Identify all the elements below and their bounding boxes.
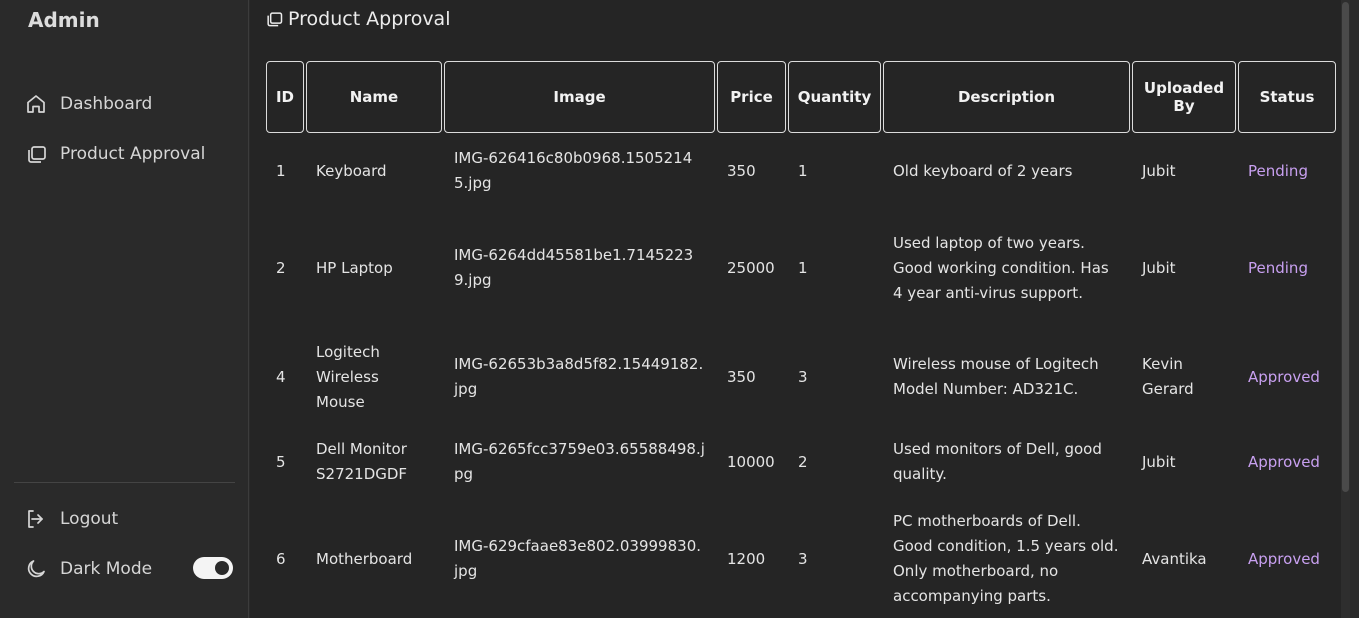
column-header-description[interactable]: Description bbox=[883, 61, 1130, 133]
cell-name: Logitech Wireless Mouse bbox=[316, 342, 380, 411]
cell-quantity: 1 bbox=[798, 258, 808, 277]
home-icon bbox=[27, 95, 45, 113]
cell-uploaded-by: Jubit bbox=[1142, 258, 1176, 277]
column-header-status[interactable]: Status bbox=[1238, 61, 1336, 133]
status-badge[interactable]: Approved bbox=[1238, 497, 1336, 618]
moon-icon bbox=[27, 560, 45, 578]
column-header-name[interactable]: Name bbox=[306, 61, 442, 133]
table-row: 1 Keyboard IMG-626416c80b0968.15052145.j… bbox=[266, 133, 1336, 209]
dark-mode-label: Dark Mode bbox=[60, 559, 153, 579]
cell-uploaded-by: Jubit bbox=[1142, 161, 1176, 180]
scrollbar-thumb[interactable] bbox=[1342, 2, 1349, 492]
cell-id: 5 bbox=[276, 452, 286, 471]
product-table: ID Name Image Price Quantity Description… bbox=[264, 61, 1338, 618]
cell-description: PC motherboards of Dell. Good condition,… bbox=[893, 512, 1119, 605]
logout-icon bbox=[28, 510, 43, 528]
cell-image: IMG-6265fcc3759e03.65588498.jpg bbox=[454, 440, 705, 483]
toggle-knob bbox=[215, 561, 229, 575]
cell-id: 2 bbox=[276, 258, 286, 277]
cell-price: 25000 bbox=[727, 258, 775, 277]
cell-price: 350 bbox=[727, 161, 756, 180]
table-header-row: ID Name Image Price Quantity Description… bbox=[266, 61, 1336, 133]
cell-id: 6 bbox=[276, 549, 286, 568]
cell-image: IMG-6264dd45581be1.71452239.jpg bbox=[454, 246, 694, 289]
status-badge[interactable]: Approved bbox=[1238, 327, 1336, 427]
logout-button[interactable]: Logout bbox=[24, 504, 118, 534]
cell-quantity: 3 bbox=[798, 367, 808, 386]
cell-quantity: 3 bbox=[798, 549, 808, 568]
copy-icon bbox=[28, 146, 46, 163]
cell-name: Keyboard bbox=[316, 161, 387, 180]
table-row: 6 Motherboard IMG-629cfaae83e802.0399983… bbox=[266, 497, 1336, 618]
sidebar-item-label: Dashboard bbox=[60, 94, 153, 114]
cell-price: 1200 bbox=[727, 549, 766, 568]
cell-uploaded-by: Jubit bbox=[1142, 452, 1176, 471]
sidebar-divider bbox=[14, 482, 235, 483]
cell-uploaded-by: Avantika bbox=[1142, 549, 1207, 568]
dark-mode-item: Dark Mode bbox=[24, 554, 152, 584]
cell-name: HP Laptop bbox=[316, 258, 393, 277]
cell-quantity: 1 bbox=[798, 161, 808, 180]
cell-id: 1 bbox=[276, 161, 286, 180]
sidebar: Admin Dashboard Product Approval Logout … bbox=[0, 0, 249, 618]
table-row: 2 HP Laptop IMG-6264dd45581be1.71452239.… bbox=[266, 209, 1336, 327]
cell-price: 350 bbox=[727, 367, 756, 386]
table-row: 4 Logitech Wireless Mouse IMG-62653b3a8d… bbox=[266, 327, 1336, 427]
sidebar-item-product-approval[interactable]: Product Approval bbox=[24, 139, 205, 169]
cell-description: Old keyboard of 2 years bbox=[893, 161, 1073, 180]
cell-name: Dell Monitor S2721DGDF bbox=[316, 440, 408, 483]
status-badge[interactable]: Pending bbox=[1238, 209, 1336, 327]
cell-description: Wireless mouse of Logitech Model Number:… bbox=[893, 355, 1099, 398]
cell-price: 10000 bbox=[727, 452, 775, 471]
sidebar-item-label: Product Approval bbox=[60, 144, 206, 164]
cell-image: IMG-629cfaae83e802.03999830.jpg bbox=[454, 537, 702, 580]
copy-icon bbox=[267, 12, 283, 27]
logout-label: Logout bbox=[60, 509, 119, 529]
column-header-id[interactable]: ID bbox=[266, 61, 304, 133]
sidebar-item-dashboard[interactable]: Dashboard bbox=[24, 89, 152, 119]
brand-title: Admin bbox=[28, 8, 100, 32]
cell-description: Used laptop of two years. Good working c… bbox=[893, 233, 1109, 302]
cell-id: 4 bbox=[276, 367, 286, 386]
table-row: 5 Dell Monitor S2721DGDF IMG-6265fcc3759… bbox=[266, 427, 1336, 497]
cell-name: Motherboard bbox=[316, 549, 413, 568]
cell-image: IMG-62653b3a8d5f82.15449182.jpg bbox=[454, 355, 704, 398]
page-title: Product Approval bbox=[264, 8, 450, 30]
page-title-text: Product Approval bbox=[288, 8, 451, 30]
column-header-uploaded-by[interactable]: Uploaded By bbox=[1132, 61, 1236, 133]
column-header-image[interactable]: Image bbox=[444, 61, 715, 133]
cell-uploaded-by: Kevin Gerard bbox=[1142, 355, 1194, 398]
status-badge[interactable]: Pending bbox=[1238, 133, 1336, 209]
status-badge[interactable]: Approved bbox=[1238, 427, 1336, 497]
scrollbar[interactable] bbox=[1341, 0, 1350, 618]
column-header-quantity[interactable]: Quantity bbox=[788, 61, 881, 133]
cell-image: IMG-626416c80b0968.15052145.jpg bbox=[454, 149, 693, 192]
cell-description: Used monitors of Dell, good quality. bbox=[893, 440, 1102, 483]
column-header-price[interactable]: Price bbox=[717, 61, 786, 133]
cell-quantity: 2 bbox=[798, 452, 808, 471]
dark-mode-toggle[interactable] bbox=[193, 557, 233, 579]
